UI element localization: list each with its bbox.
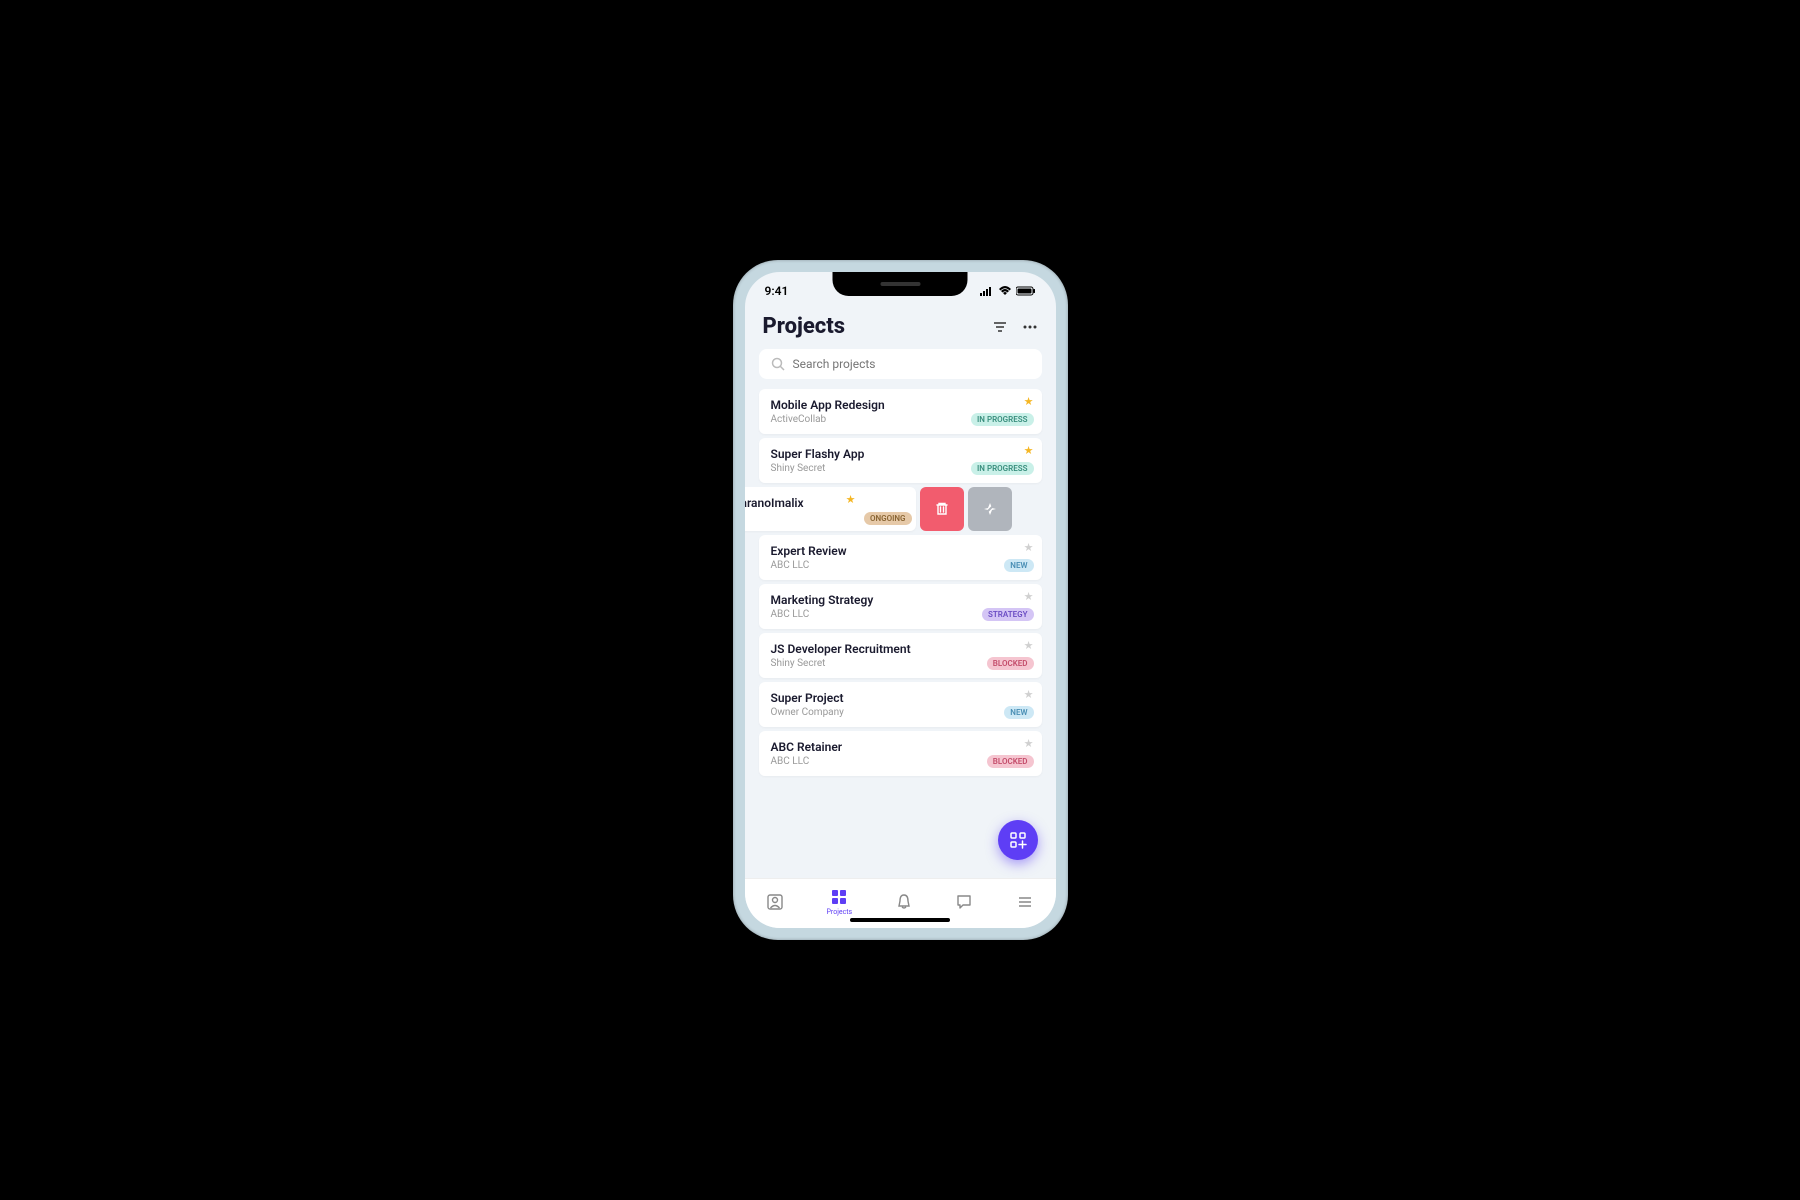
tab-label: Projects [826,908,852,916]
chat-icon [955,893,973,911]
phone-frame: 9:41 Projects Mobi [733,260,1068,940]
project-title: Super Project [771,691,1030,705]
tab-notifications[interactable] [895,893,913,911]
star-icon[interactable]: ★ [1024,541,1034,554]
battery-icon [1016,286,1036,296]
project-list[interactable]: Mobile App Redesign ActiveCollab ★ IN PR… [745,389,1056,878]
grid-plus-icon [1009,831,1027,849]
status-badge: STRATEGY [982,608,1034,621]
status-badge: BLOCKED [987,657,1034,670]
trash-icon [934,501,950,517]
status-badge: BLOCKED [987,755,1034,768]
hamburger-icon [1016,893,1034,911]
project-card-swiped[interactable]: aranoImalix ★ ONGOING [745,487,1012,531]
tab-projects[interactable]: Projects [826,888,852,916]
status-time: 9:41 [765,284,789,298]
project-card[interactable]: Mobile App Redesign ActiveCollab ★ IN PR… [759,389,1042,434]
tab-messages[interactable] [955,893,973,911]
status-badge: ONGOING [864,512,912,525]
star-icon[interactable]: ★ [1024,590,1034,603]
status-badge: NEW [1004,559,1033,572]
search-box[interactable] [759,349,1042,379]
bell-icon [895,893,913,911]
project-title: Marketing Strategy [771,593,1030,607]
more-icon [1022,319,1038,335]
star-icon[interactable]: ★ [1024,639,1034,652]
tab-profile[interactable] [766,893,784,911]
project-title: aranoImalix [745,496,904,510]
star-icon[interactable]: ★ [846,493,856,506]
project-title: ABC Retainer [771,740,1030,754]
header: Projects [745,302,1056,349]
filter-button[interactable] [992,319,1008,335]
tab-menu[interactable] [1016,893,1034,911]
project-owner: Owner Company [771,707,1030,718]
project-title: Super Flashy App [771,447,1030,461]
grid-icon [830,888,848,906]
project-card[interactable]: Super Flashy App Shiny Secret ★ IN PROGR… [759,438,1042,483]
wifi-icon [998,286,1012,296]
star-icon[interactable]: ★ [1024,395,1034,408]
signal-icon [980,286,994,296]
status-badge: NEW [1004,706,1033,719]
project-owner: ABC LLC [771,560,1030,571]
home-indicator[interactable] [850,918,950,922]
more-button[interactable] [1022,319,1038,335]
search-icon [771,357,785,371]
project-title: Mobile App Redesign [771,398,1030,412]
project-title: JS Developer Recruitment [771,642,1030,656]
project-card[interactable]: Expert Review ABC LLC ★ NEW [759,535,1042,580]
pin-off-icon [982,501,998,517]
phone-screen: 9:41 Projects Mobi [745,272,1056,928]
project-card[interactable]: ABC Retainer ABC LLC ★ BLOCKED [759,731,1042,776]
status-badge: IN PROGRESS [971,413,1034,426]
star-icon[interactable]: ★ [1024,444,1034,457]
star-icon[interactable]: ★ [1024,688,1034,701]
project-card[interactable]: JS Developer Recruitment Shiny Secret ★ … [759,633,1042,678]
search-input[interactable] [793,357,1030,371]
status-badge: IN PROGRESS [971,462,1034,475]
project-card[interactable]: Marketing Strategy ABC LLC ★ STRATEGY [759,584,1042,629]
fab-add-button[interactable] [998,820,1038,860]
user-icon [766,893,784,911]
project-card[interactable]: Super Project Owner Company ★ NEW [759,682,1042,727]
delete-button[interactable] [920,487,964,531]
page-title: Projects [763,314,846,339]
project-title: Expert Review [771,544,1030,558]
status-icons [980,286,1036,296]
filter-icon [992,319,1008,335]
unpin-button[interactable] [968,487,1012,531]
notch [833,272,968,296]
star-icon[interactable]: ★ [1024,737,1034,750]
